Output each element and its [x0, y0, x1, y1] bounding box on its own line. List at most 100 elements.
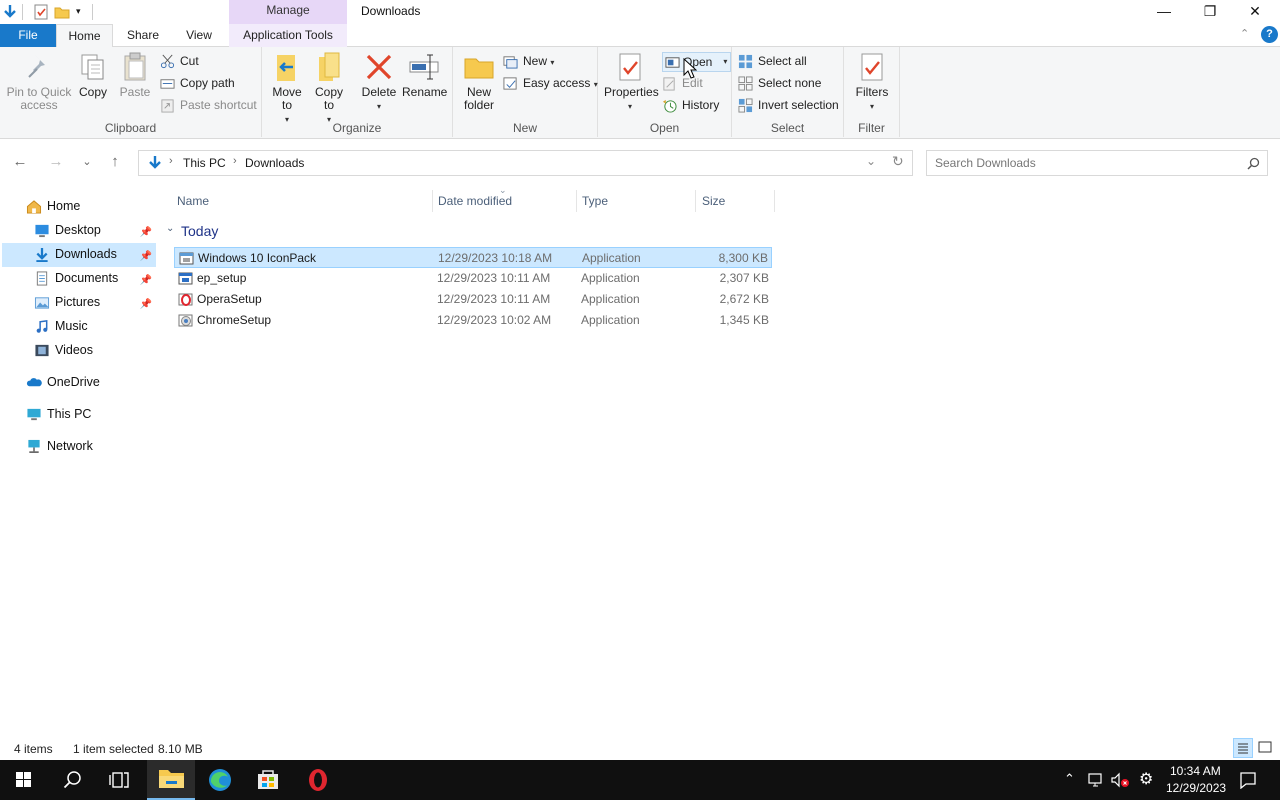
search-box[interactable]: Search Downloads: [926, 150, 1268, 176]
delete-button[interactable]: Delete ▾: [360, 51, 398, 113]
select-none-button[interactable]: Select none: [738, 74, 821, 94]
history-button[interactable]: History: [662, 96, 719, 116]
file-name[interactable]: Windows 10 IconPack: [198, 248, 316, 268]
recent-locations-icon[interactable]: ⌄: [77, 152, 97, 172]
group-header-today[interactable]: Today: [181, 223, 218, 239]
downloads-icon[interactable]: [2, 4, 18, 20]
invert-selection-button[interactable]: Invert selection: [738, 96, 839, 116]
address-bar[interactable]: › This PC › Downloads ⌄ ↻: [138, 150, 913, 176]
large-icons-view-button[interactable]: [1256, 738, 1276, 758]
column-header-size[interactable]: Size: [702, 194, 725, 216]
nav-label: Home: [47, 199, 81, 213]
file-row[interactable]: ep_setup 12/29/2023 10:11 AM Application…: [174, 268, 772, 289]
file-name[interactable]: ep_setup: [197, 268, 246, 288]
task-view-button[interactable]: [96, 760, 144, 800]
nav-item-home[interactable]: Home: [26, 195, 154, 218]
file-explorer-taskbar-button[interactable]: [147, 760, 195, 800]
file-row[interactable]: OperaSetup 12/29/2023 10:11 AM Applicati…: [174, 289, 772, 310]
nav-item-documents[interactable]: Documents 📌: [34, 267, 156, 290]
tab-share[interactable]: Share: [120, 24, 166, 47]
refresh-icon[interactable]: ↻: [892, 153, 904, 170]
volume-muted-icon[interactable]: [1110, 772, 1130, 788]
new-folder-qat-icon[interactable]: [54, 4, 70, 20]
network-tray-icon[interactable]: [1087, 772, 1105, 788]
new-folder-button[interactable]: New folder: [461, 51, 497, 112]
store-taskbar-button[interactable]: [244, 760, 292, 800]
nav-item-music[interactable]: Music: [34, 315, 156, 338]
file-row[interactable]: ChromeSetup 12/29/2023 10:02 AM Applicat…: [174, 310, 772, 331]
search-taskbar-button[interactable]: [48, 760, 96, 800]
search-placeholder[interactable]: Search Downloads: [935, 156, 1036, 170]
new-item-button[interactable]: New ▾: [503, 52, 554, 72]
properties-qat-icon[interactable]: [33, 4, 49, 20]
column-header-type[interactable]: Type: [582, 194, 608, 216]
open-dropdown-icon[interactable]: ▾: [723, 53, 727, 71]
open-icon: [665, 57, 680, 68]
select-all-button[interactable]: Select all: [738, 52, 807, 72]
start-button[interactable]: [0, 760, 48, 800]
select-group: Select all Select none Invert selection …: [732, 47, 844, 137]
collapse-ribbon-icon[interactable]: ⌃: [1240, 27, 1249, 40]
search-icon[interactable]: [1247, 157, 1260, 170]
filters-button[interactable]: Filters ▾: [852, 51, 892, 113]
new-folder-icon: [463, 51, 495, 83]
nav-item-desktop[interactable]: Desktop 📌: [34, 219, 156, 242]
address-dropdown-icon[interactable]: ⌄: [866, 154, 876, 168]
copy-path-button[interactable]: Copy path: [160, 74, 235, 94]
copy-to-button[interactable]: Copy to ▾: [312, 51, 346, 126]
up-button[interactable]: ↑: [105, 152, 125, 172]
edge-taskbar-button[interactable]: [196, 760, 244, 800]
column-separator[interactable]: [695, 190, 696, 212]
pin-to-quick-access-button[interactable]: Pin to Quick access: [4, 51, 74, 112]
file-row[interactable]: Windows 10 IconPack 12/29/2023 10:18 AM …: [174, 247, 772, 268]
column-header-name[interactable]: Name: [177, 194, 209, 216]
column-header-date-modified[interactable]: Date modified: [438, 194, 512, 216]
file-name[interactable]: ChromeSetup: [197, 310, 271, 330]
file-name[interactable]: OperaSetup: [197, 289, 262, 309]
paste-button[interactable]: Paste: [118, 51, 152, 99]
group-collapse-icon[interactable]: ⌄: [166, 223, 174, 234]
breadcrumb-separator-icon[interactable]: ›: [233, 155, 237, 167]
move-to-button[interactable]: Move to ▾: [270, 51, 304, 126]
chrome-setup-icon: [178, 314, 193, 327]
nav-item-network[interactable]: Network: [26, 435, 154, 458]
nav-item-onedrive[interactable]: OneDrive: [26, 371, 154, 394]
copy-button[interactable]: Copy: [76, 51, 110, 99]
breadcrumb-this-pc[interactable]: This PC: [183, 156, 226, 170]
cut-button[interactable]: Cut: [160, 52, 199, 72]
qat-customize-icon[interactable]: ▾: [76, 6, 81, 17]
tab-view[interactable]: View: [176, 24, 222, 47]
clock-date[interactable]: 12/29/2023: [1166, 781, 1226, 795]
tab-home[interactable]: Home: [56, 24, 113, 48]
minimize-button[interactable]: —: [1141, 0, 1187, 24]
pin-icon: 📌: [139, 299, 152, 310]
rename-button[interactable]: Rename: [402, 51, 447, 99]
show-hidden-icons-icon[interactable]: ⌃: [1064, 771, 1075, 787]
close-button[interactable]: ✕: [1232, 0, 1278, 24]
maximize-button[interactable]: ❐: [1187, 0, 1233, 24]
opera-taskbar-button[interactable]: [294, 760, 342, 800]
nav-item-pictures[interactable]: Pictures 📌: [34, 291, 156, 314]
help-icon[interactable]: ?: [1261, 26, 1278, 43]
column-separator[interactable]: [774, 190, 775, 212]
easy-access-button[interactable]: Easy access ▾: [503, 74, 598, 94]
paste-shortcut-button[interactable]: Paste shortcut: [160, 96, 257, 116]
breadcrumb-downloads[interactable]: Downloads: [245, 156, 304, 170]
column-separator[interactable]: [432, 190, 433, 212]
breadcrumb-separator-icon[interactable]: ›: [169, 155, 173, 167]
status-bar: 4 items 1 item selected 8.10 MB: [0, 738, 1280, 760]
settings-tray-icon[interactable]: ⚙: [1139, 769, 1153, 789]
tab-file[interactable]: File: [0, 24, 56, 47]
nav-item-downloads[interactable]: Downloads 📌: [34, 243, 156, 266]
forward-button[interactable]: →: [46, 152, 66, 172]
tab-application-tools[interactable]: Application Tools: [229, 24, 347, 47]
back-button[interactable]: ←: [10, 152, 30, 172]
details-view-icon: [1238, 743, 1248, 754]
nav-item-this-pc[interactable]: This PC: [26, 403, 154, 426]
clock-time[interactable]: 10:34 AM: [1170, 764, 1221, 778]
column-separator[interactable]: [576, 190, 577, 212]
details-view-button[interactable]: [1233, 738, 1253, 758]
properties-button[interactable]: Properties ▾: [604, 51, 659, 113]
nav-item-videos[interactable]: Videos: [34, 339, 156, 362]
notifications-icon[interactable]: [1239, 771, 1257, 789]
